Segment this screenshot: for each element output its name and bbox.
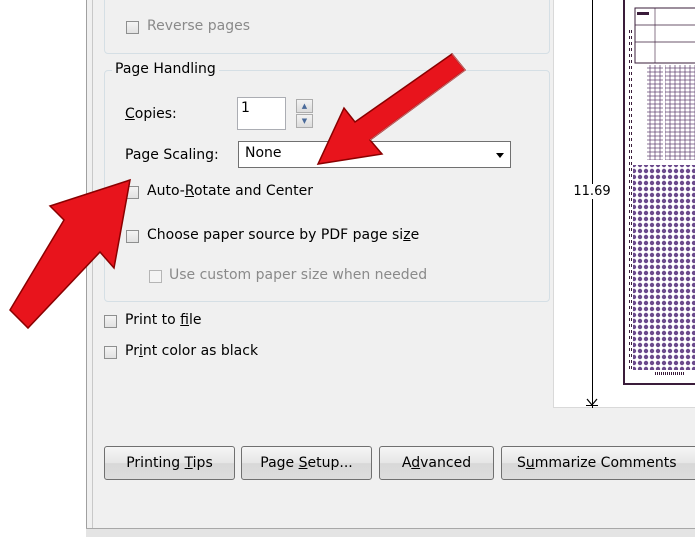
auto-rotate-label: Auto-Rotate and Center: [147, 183, 314, 199]
custom-paper-label: Use custom paper size when needed: [169, 267, 428, 283]
page-handling-legend: Page Handling: [112, 61, 219, 77]
height-dimension-line: [592, 0, 593, 408]
summarize-comments-button[interactable]: Summarize Comments: [501, 446, 695, 480]
red-arrow-pointing-to-checkboxes-icon: [9, 178, 131, 330]
page-scaling-value: None: [245, 145, 282, 161]
chevron-down-icon: [496, 153, 504, 158]
red-arrow-pointing-to-page-scaling-icon: [316, 52, 467, 165]
copies-label: Copies:: [125, 106, 177, 122]
printing-tips-button[interactable]: Printing Tips: [104, 446, 235, 480]
reverse-pages-checkbox[interactable]: [126, 21, 139, 34]
reverse-pages-label: Reverse pages: [147, 18, 250, 34]
paper-source-label: Choose paper source by PDF page size: [147, 227, 420, 243]
arrow-down-icon: [586, 398, 598, 406]
print-color-black-label: Print color as black: [125, 343, 259, 359]
custom-paper-checkbox[interactable]: [149, 270, 162, 283]
document-thumbnail: [629, 7, 695, 376]
page-height-label: 11.69: [572, 184, 612, 199]
copies-value: 1: [241, 100, 250, 116]
page-setup-button[interactable]: Page Setup...: [241, 446, 372, 480]
preview-page-thumbnail: [623, 0, 695, 385]
print-color-black-checkbox[interactable]: [104, 346, 117, 359]
advanced-button[interactable]: Advanced: [379, 446, 494, 480]
copies-input[interactable]: 1: [237, 97, 286, 130]
